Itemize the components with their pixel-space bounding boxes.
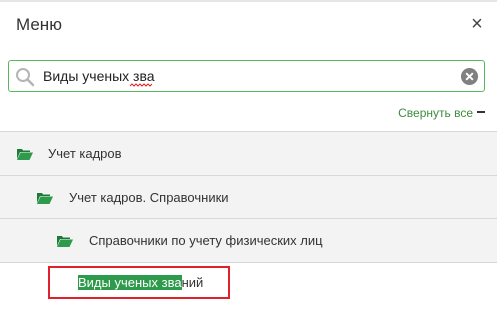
- search-result-item[interactable]: Виды ученых званий: [78, 275, 203, 290]
- match-highlight: Виды ученых зва: [78, 275, 182, 290]
- tree-item-level-3[interactable]: Справочники по учету физических лиц: [0, 218, 497, 262]
- clear-icon[interactable]: [460, 67, 479, 86]
- folder-open-icon: [57, 236, 73, 247]
- menu-panel: Меню × Свернуть все Учет кадров Учет: [0, 0, 497, 322]
- search-icon: [16, 68, 35, 87]
- collapse-all-label: Свернуть все: [398, 106, 473, 120]
- folder-open-icon: [17, 149, 33, 160]
- tree-item-level-2[interactable]: Учет кадров. Справочники: [0, 175, 497, 218]
- search-field[interactable]: [8, 60, 485, 92]
- menu-header: Меню ×: [0, 0, 497, 52]
- minus-icon: [477, 111, 485, 114]
- search-input[interactable]: [43, 65, 453, 87]
- collapse-all-button[interactable]: Свернуть все: [398, 106, 485, 120]
- folder-open-icon: [37, 193, 53, 204]
- spellcheck-underline: [130, 83, 152, 87]
- tree-item-label: Учет кадров: [48, 146, 122, 161]
- tree-item-label: Справочники по учету физических лиц: [89, 233, 323, 248]
- menu-title: Меню: [16, 15, 62, 34]
- match-rest: ний: [181, 275, 204, 290]
- tree-item-label: Учет кадров. Справочники: [69, 190, 229, 205]
- close-icon[interactable]: ×: [467, 14, 487, 34]
- tree-item-level-1[interactable]: Учет кадров: [0, 131, 497, 175]
